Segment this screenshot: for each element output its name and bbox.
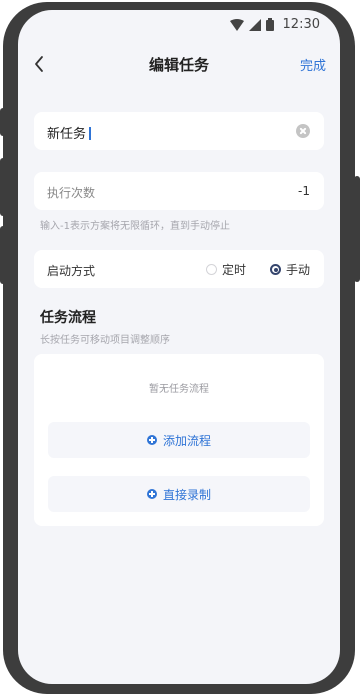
screen: 12:30 编辑任务 完成 新任务 执行次数 -1 输入-1表示方案将无限循环，…	[18, 10, 340, 684]
flow-section-title: 任务流程	[40, 310, 96, 326]
run-count-input[interactable]: -1	[298, 184, 310, 198]
done-button[interactable]: 完成	[300, 55, 326, 74]
power-button	[354, 176, 360, 282]
battery-icon	[265, 18, 274, 31]
page-title: 编辑任务	[148, 56, 209, 74]
run-count-field[interactable]: 执行次数 -1	[34, 172, 324, 210]
volume-up-button	[0, 158, 6, 216]
flow-section-subtitle: 长按任务可移动项目调整顺序	[40, 335, 170, 346]
task-name-field[interactable]: 新任务	[34, 112, 324, 150]
radio-timed[interactable]: 定时	[206, 261, 246, 278]
run-count-hint: 输入-1表示方案将无限循环，直到手动停止	[40, 221, 230, 232]
radio-manual[interactable]: 手动	[270, 261, 310, 278]
status-bar: 12:30	[18, 10, 340, 40]
wifi-icon	[229, 18, 244, 31]
plus-circle-icon	[146, 435, 157, 445]
nav-bar: 编辑任务 完成	[18, 48, 340, 82]
record-button[interactable]: 直接录制	[48, 476, 310, 512]
signal-icon	[248, 18, 261, 31]
add-flow-button[interactable]: 添加流程	[48, 422, 310, 458]
empty-state-text: 暂无任务流程	[149, 384, 209, 395]
run-count-label: 执行次数	[47, 186, 96, 200]
start-mode-label: 启动方式	[47, 264, 96, 278]
radio-unchecked-icon[interactable]	[206, 264, 217, 275]
volume-down-button	[0, 226, 6, 284]
status-time: 12:30	[282, 17, 320, 32]
side-button	[0, 108, 6, 136]
task-name-input[interactable]: 新任务	[47, 123, 91, 142]
flow-panel: 暂无任务流程 添加流程 直接录制	[34, 354, 324, 526]
start-mode-row: 启动方式 定时 手动	[34, 250, 324, 288]
clear-icon[interactable]	[296, 124, 310, 138]
text-cursor	[89, 127, 91, 140]
radio-checked-icon[interactable]	[270, 264, 281, 275]
plus-circle-icon	[146, 489, 157, 499]
